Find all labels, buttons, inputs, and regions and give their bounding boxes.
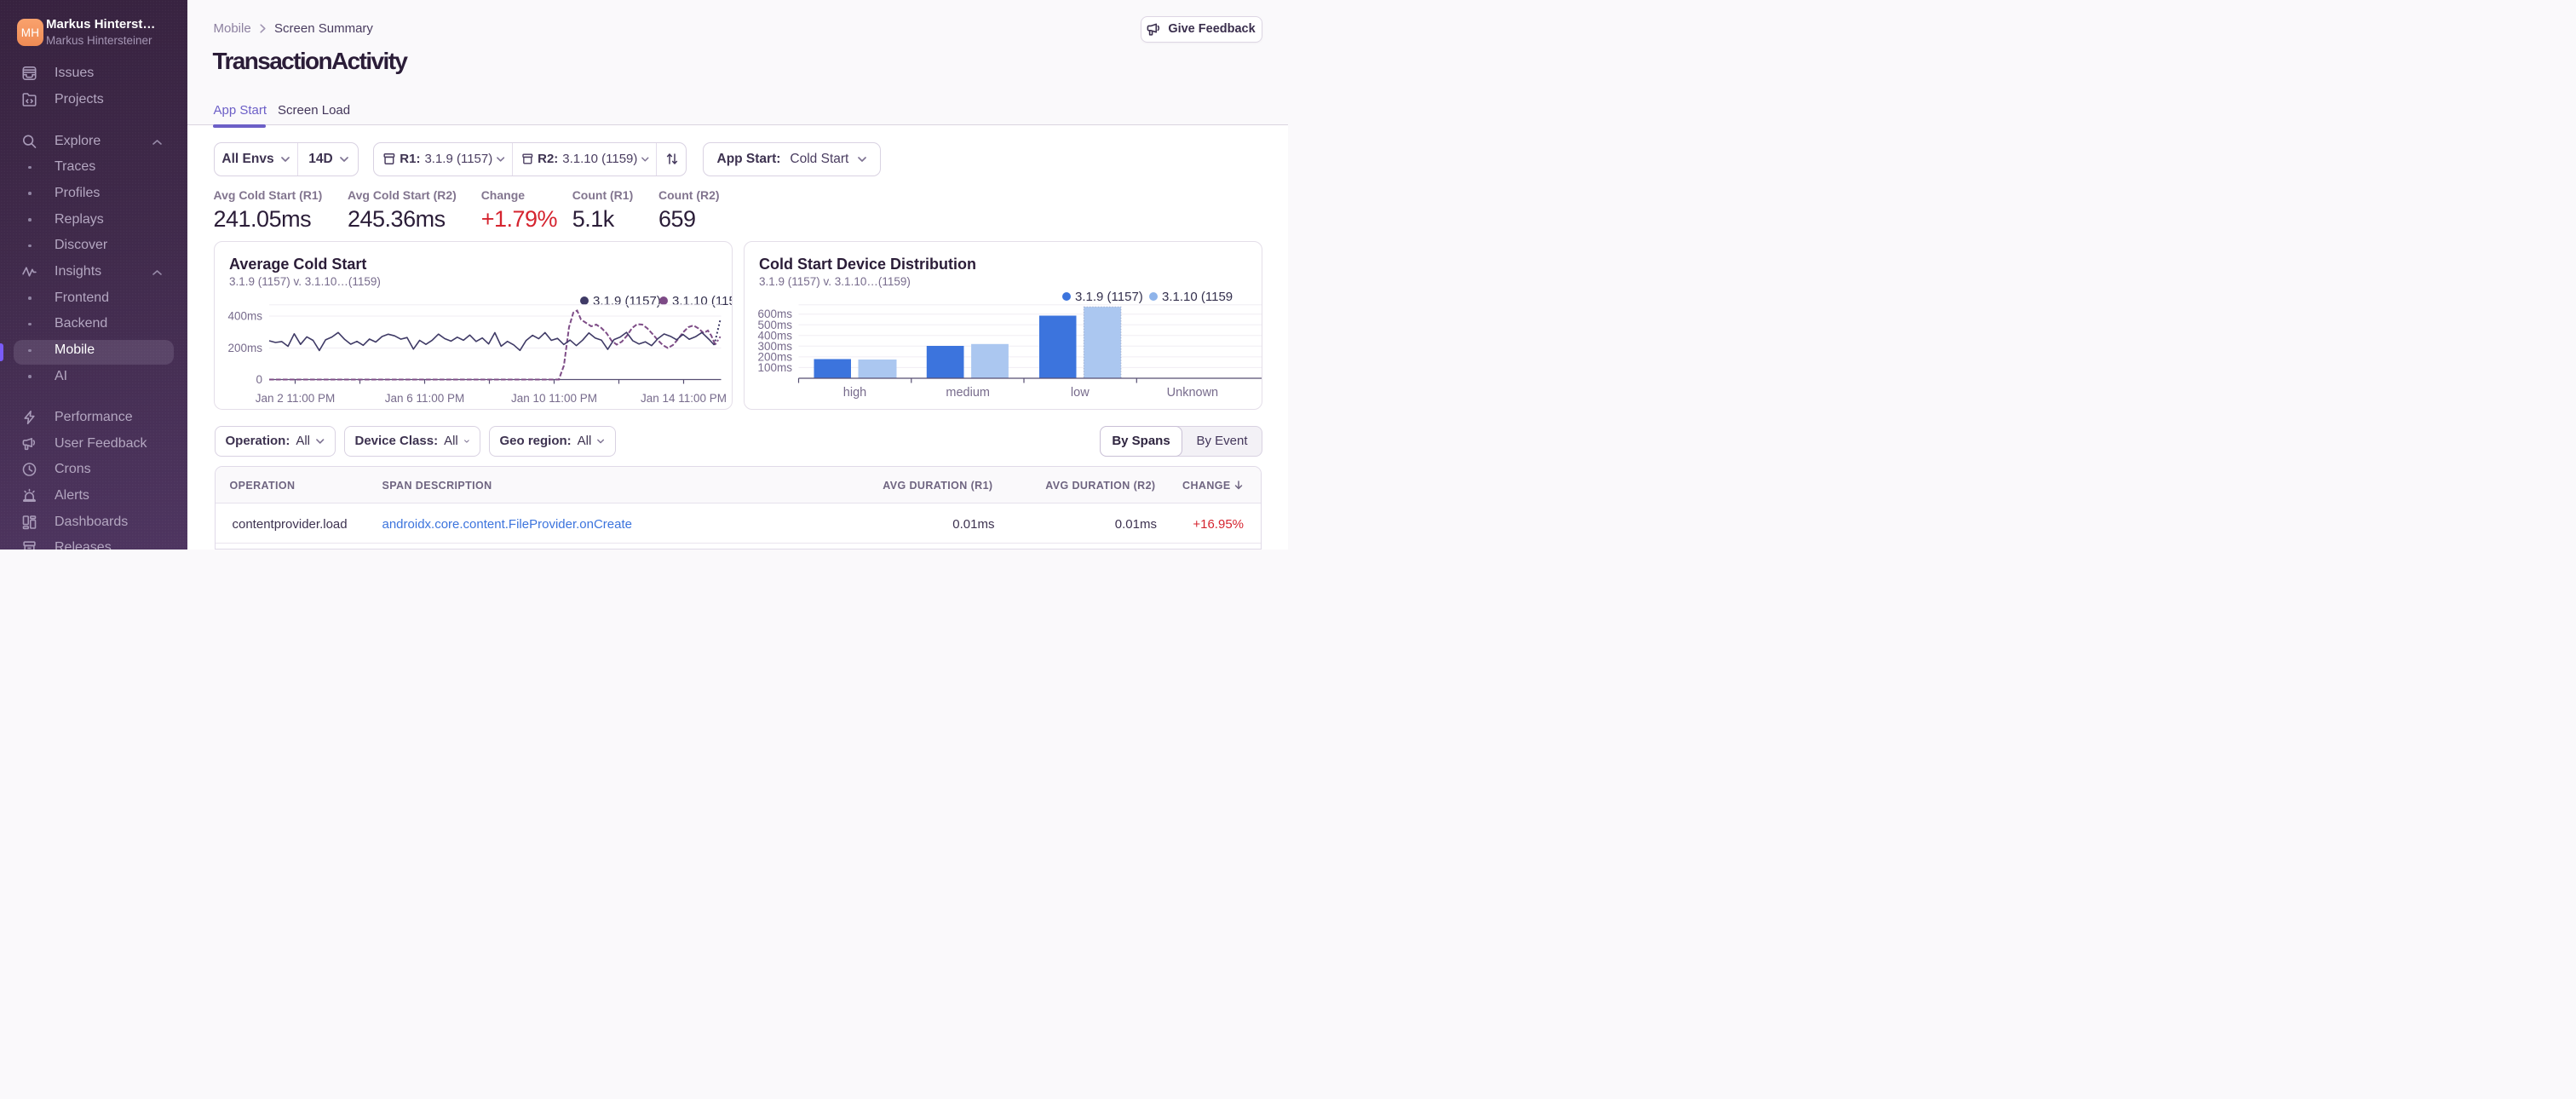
svg-text:Average Cold Start: Average Cold Start <box>229 256 366 273</box>
svg-text:3.1.9 (1157): 3.1.9 (1157) <box>1075 290 1143 304</box>
svg-text:low: low <box>1070 386 1089 400</box>
svg-text:Jan 10 11:00 PM: Jan 10 11:00 PM <box>510 392 596 405</box>
svg-text:400ms: 400ms <box>227 310 262 323</box>
svg-text:Jan 2 11:00 PM: Jan 2 11:00 PM <box>255 392 335 405</box>
svg-text:Jan 6 11:00 PM: Jan 6 11:00 PM <box>384 392 464 405</box>
svg-text:medium: medium <box>946 386 990 400</box>
svg-text:0: 0 <box>256 373 262 386</box>
svg-text:Jan 14 11:00 PM: Jan 14 11:00 PM <box>640 392 726 405</box>
svg-text:Unknown: Unknown <box>1166 386 1217 400</box>
svg-text:3.1.9 (1157): 3.1.9 (1157) <box>593 294 661 308</box>
svg-text:3.1.9 (1157) v. 3.1.10…(1159): 3.1.9 (1157) v. 3.1.10…(1159) <box>229 275 381 288</box>
svg-text:200ms: 200ms <box>227 342 262 354</box>
svg-text:Cold Start Device Distribution: Cold Start Device Distribution <box>759 256 976 273</box>
svg-text:3.1.10 (1159: 3.1.10 (1159 <box>672 294 733 308</box>
svg-text:3.1.9 (1157) v. 3.1.10…(1159): 3.1.9 (1157) v. 3.1.10…(1159) <box>759 275 911 288</box>
svg-text:3.1.10 (1159: 3.1.10 (1159 <box>1162 290 1233 304</box>
svg-text:high: high <box>842 386 865 400</box>
svg-text:100ms: 100ms <box>757 361 792 374</box>
